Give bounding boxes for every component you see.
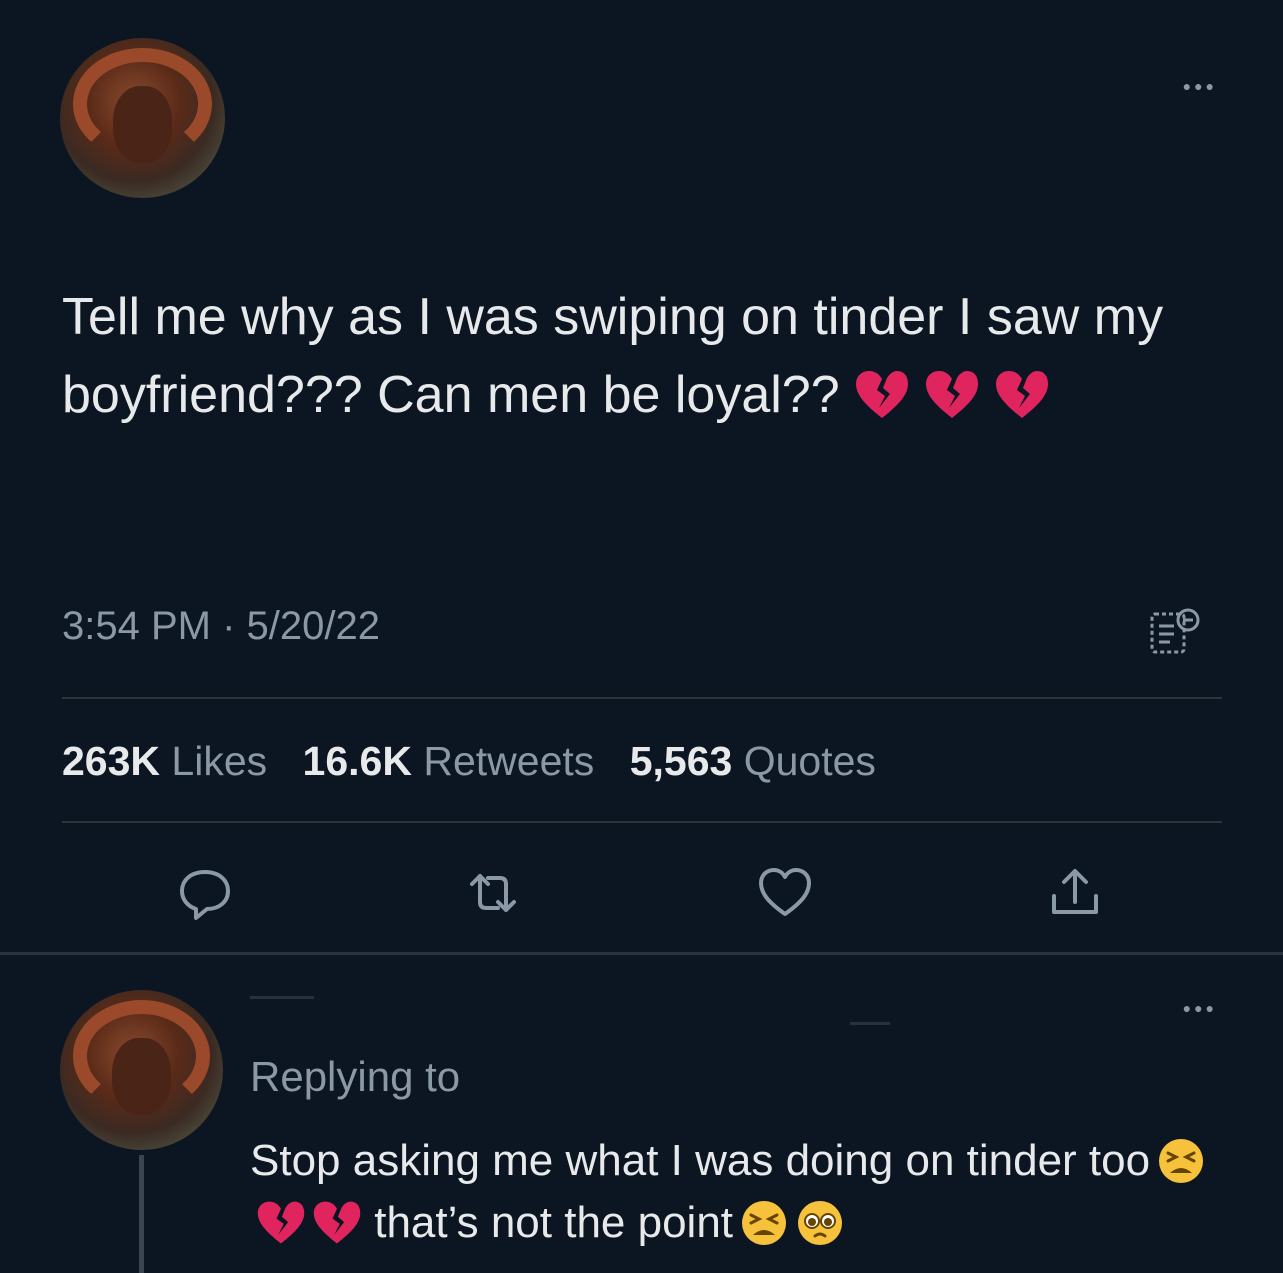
broken-heart-icon <box>995 371 1048 418</box>
like-icon[interactable] <box>754 862 816 924</box>
more-options-icon[interactable]: ●●● <box>1183 78 1217 94</box>
tweet-text: Tell me why as I was swiping on tinder I… <box>62 278 1222 434</box>
reply-author-avatar[interactable] <box>60 990 223 1150</box>
reply-body-part2: that’s not the point <box>374 1198 734 1247</box>
likes-count[interactable]: 263K <box>62 738 160 784</box>
divider <box>62 697 1222 699</box>
pleading-face-icon <box>798 1201 843 1245</box>
tweet-stats: 263K Likes 16.6K Retweets 5,563 Quotes <box>62 738 876 785</box>
retweets-label[interactable]: Retweets <box>423 738 594 784</box>
thread-line <box>139 1155 144 1273</box>
quotes-count[interactable]: 5,563 <box>630 738 733 784</box>
quotes-label[interactable]: Quotes <box>744 738 876 784</box>
author-avatar[interactable] <box>60 38 225 198</box>
reply-body-part1: Stop asking me what I was doing on tinde… <box>250 1136 1151 1185</box>
tired-face-icon <box>742 1201 787 1245</box>
broken-heart-icon <box>855 371 908 418</box>
reply-text: Stop asking me what I was doing on tinde… <box>250 1130 1230 1254</box>
reply-icon[interactable] <box>174 862 236 924</box>
tired-face-icon <box>1159 1139 1204 1183</box>
redacted-author-handle <box>850 1022 890 1025</box>
avatar-face <box>112 1038 171 1115</box>
replying-to-label[interactable]: Replying to <box>250 1053 460 1101</box>
avatar-face <box>112 86 173 163</box>
share-icon[interactable] <box>1044 862 1106 924</box>
broken-heart-icon <box>313 1201 361 1244</box>
likes-label[interactable]: Likes <box>171 738 267 784</box>
broken-heart-icon <box>925 371 978 418</box>
divider <box>62 821 1222 823</box>
redacted-author-name <box>250 996 314 1025</box>
section-divider <box>0 952 1283 955</box>
analytics-icon[interactable] <box>1148 606 1204 658</box>
retweet-icon[interactable] <box>462 862 524 924</box>
retweets-count[interactable]: 16.6K <box>303 738 412 784</box>
broken-heart-icon <box>257 1201 305 1244</box>
more-options-icon[interactable]: ●●● <box>1183 1000 1217 1016</box>
tweet-timestamp[interactable]: 3:54 PM · 5/20/22 <box>62 604 380 649</box>
